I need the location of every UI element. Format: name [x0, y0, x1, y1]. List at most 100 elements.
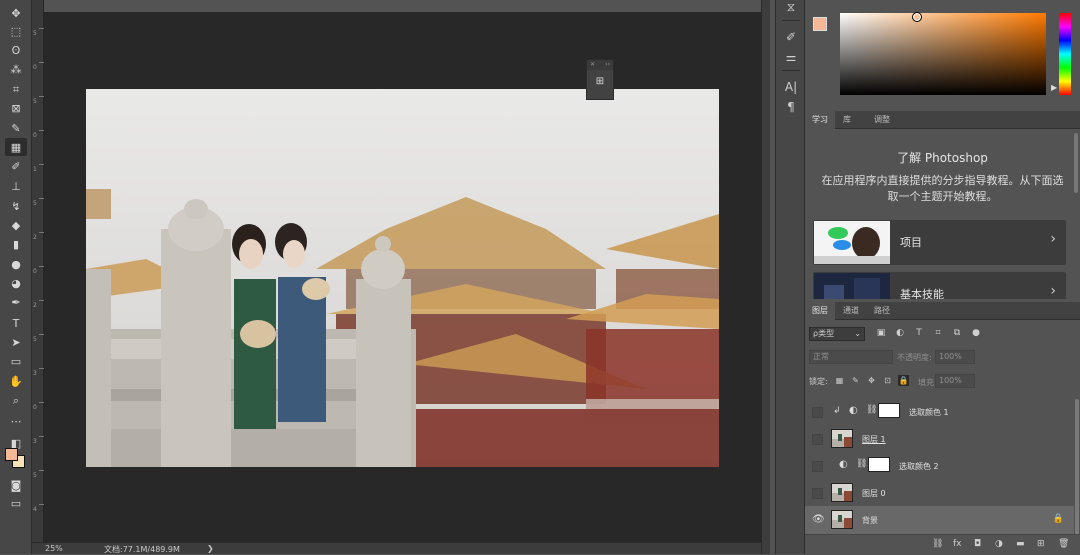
brush-settings-icon[interactable]: ✐: [781, 28, 801, 46]
canvas-scrollbar[interactable]: [761, 0, 770, 554]
filter-toggle-icon[interactable]: ●: [970, 327, 982, 339]
visibility-toggle[interactable]: [812, 407, 823, 418]
layer-thumbnail[interactable]: [831, 483, 853, 502]
gradient-tool-icon[interactable]: ▮: [5, 235, 27, 253]
hue-indicator-icon[interactable]: ▶: [1051, 83, 1057, 92]
add-mask-icon[interactable]: ◘: [974, 539, 981, 549]
learn-card-basic-skills[interactable]: 基本技能 ›: [813, 272, 1066, 299]
layer-name[interactable]: 图层 1: [862, 434, 886, 445]
opacity-label: 不透明度:: [897, 353, 932, 362]
layer-row[interactable]: 👁 背景 🔒: [805, 506, 1074, 535]
opacity-input[interactable]: 100%: [935, 350, 975, 364]
layer-row[interactable]: 图层 0: [805, 479, 1074, 508]
layer-thumbnail[interactable]: [831, 510, 853, 529]
layer-name[interactable]: 选取颜色 2: [899, 461, 939, 472]
eye-icon[interactable]: 👁: [812, 515, 825, 526]
dodge-tool-icon[interactable]: ◕: [5, 274, 27, 292]
hue-slider[interactable]: [1059, 13, 1071, 95]
hand-tool-icon[interactable]: ✋: [5, 372, 27, 390]
blur-tool-icon[interactable]: ●: [5, 255, 27, 273]
visibility-toggle[interactable]: [812, 488, 823, 499]
layer-row[interactable]: 图层 1: [805, 425, 1074, 454]
crop-tool-icon[interactable]: ⌗: [5, 80, 27, 98]
close-icon[interactable]: ✕: [590, 61, 595, 69]
mask-link-icon[interactable]: ⛓: [856, 459, 867, 469]
pen-tool-icon[interactable]: ✒: [5, 293, 27, 311]
pixel-filter-icon[interactable]: ▣: [875, 327, 887, 339]
type-filter-icon[interactable]: T: [913, 327, 925, 339]
character-icon[interactable]: A|: [781, 78, 801, 96]
smart-object-filter-icon[interactable]: ⧉: [951, 327, 963, 339]
adjustment-filter-icon[interactable]: ◐: [894, 327, 906, 339]
lock-artboard-icon[interactable]: ⊡: [882, 375, 893, 386]
lock-position-icon[interactable]: ✥: [866, 375, 877, 386]
fill-value: 100%: [939, 376, 962, 385]
layers-tabbar: 图层 通道 路径: [805, 302, 1080, 320]
layers-scrollbar[interactable]: [1075, 399, 1079, 536]
layer-mask-thumbnail[interactable]: [878, 403, 900, 418]
learn-card-projects[interactable]: 项目 ›: [813, 220, 1066, 265]
color-picker-field[interactable]: [840, 13, 1046, 95]
lasso-tool-icon[interactable]: ʘ: [5, 41, 27, 59]
path-selection-tool-icon[interactable]: ➤: [5, 333, 27, 351]
document-canvas[interactable]: ✕ ›› ⊞: [44, 12, 761, 542]
rectangular-marquee-tool-icon[interactable]: ⬚: [5, 22, 27, 40]
lock-image-icon[interactable]: ✎: [850, 375, 861, 386]
layer-name[interactable]: 图层 0: [862, 488, 886, 499]
zoom-tool-icon[interactable]: ⌕: [5, 391, 27, 409]
screen-mode-icon[interactable]: ▭: [5, 494, 27, 512]
clone-stamp-tool-icon[interactable]: ⊥: [5, 177, 27, 195]
type-tool-icon[interactable]: T: [5, 314, 27, 332]
lock-all-icon[interactable]: 🔒: [898, 375, 909, 386]
tab-learn[interactable]: 学习: [805, 111, 835, 129]
link-layers-icon[interactable]: ⛓: [932, 539, 943, 549]
more-tools-icon[interactable]: ⋯: [5, 412, 27, 430]
collapse-icon[interactable]: ››: [605, 61, 610, 69]
tab-libraries[interactable]: 库: [836, 111, 858, 129]
layer-row[interactable]: ↲ ◐ ⛓ 选取颜色 1: [805, 398, 1074, 427]
move-tool-icon[interactable]: ✥: [5, 4, 27, 22]
foreground-color-swatch[interactable]: [5, 448, 18, 461]
shape-filter-icon[interactable]: ⌗: [932, 327, 944, 339]
layer-name[interactable]: 选取颜色 1: [909, 407, 949, 418]
layer-name[interactable]: 背景: [862, 515, 878, 526]
fill-input[interactable]: 100%: [935, 374, 975, 388]
visibility-toggle[interactable]: [812, 434, 823, 445]
history-icon[interactable]: ⧖: [781, 0, 801, 16]
eraser-tool-icon[interactable]: ◆: [5, 216, 27, 234]
paragraph-icon[interactable]: ¶: [781, 98, 801, 116]
visibility-toggle[interactable]: [812, 461, 823, 472]
layer-thumbnail[interactable]: [831, 429, 853, 448]
tab-paths[interactable]: 路径: [867, 302, 897, 320]
layer-filter-kind-select[interactable]: ρ类型 ⌄: [809, 327, 865, 341]
tab-channels[interactable]: 通道: [836, 302, 866, 320]
properties-icon[interactable]: ⊞: [587, 76, 613, 87]
new-adjustment-icon[interactable]: ◑: [995, 539, 1003, 549]
tab-layers[interactable]: 图层: [805, 302, 835, 320]
lock-transparent-icon[interactable]: ▦: [834, 375, 845, 386]
layer-style-icon[interactable]: fx: [953, 539, 962, 549]
adjustments-icon[interactable]: ⚌: [781, 48, 801, 66]
new-group-icon[interactable]: ▬: [1016, 539, 1025, 549]
mask-link-icon[interactable]: ⛓: [866, 405, 877, 415]
learn-scrollbar[interactable]: [1074, 133, 1078, 193]
foreground-color-swatch[interactable]: [813, 17, 827, 31]
delete-layer-icon[interactable]: 🗑: [1058, 539, 1069, 549]
history-brush-tool-icon[interactable]: ↯: [5, 197, 27, 215]
layer-mask-thumbnail[interactable]: [868, 457, 890, 472]
zoom-level[interactable]: 25%: [45, 544, 63, 553]
tab-adjustments[interactable]: 调整: [867, 111, 897, 129]
new-layer-icon[interactable]: ⊞: [1037, 539, 1045, 549]
document-image[interactable]: [86, 89, 719, 467]
blend-mode-select[interactable]: 正常: [809, 350, 893, 364]
color-picker-cursor[interactable]: [912, 12, 922, 22]
layer-row[interactable]: ◐ ⛓ 选取颜色 2: [805, 452, 1074, 481]
quick-mask-icon[interactable]: ◙: [5, 476, 27, 494]
magic-wand-tool-icon[interactable]: ⁂: [5, 60, 27, 78]
rectangle-tool-icon[interactable]: ▭: [5, 352, 27, 370]
frame-tool-icon[interactable]: ⊠: [5, 99, 27, 117]
status-menu-arrow-icon[interactable]: ❯: [207, 544, 214, 553]
brush-tool-icon[interactable]: ✐: [5, 157, 27, 175]
eyedropper-tool-icon[interactable]: ✎: [5, 119, 27, 137]
healing-brush-tool-icon[interactable]: ▦: [5, 138, 27, 156]
